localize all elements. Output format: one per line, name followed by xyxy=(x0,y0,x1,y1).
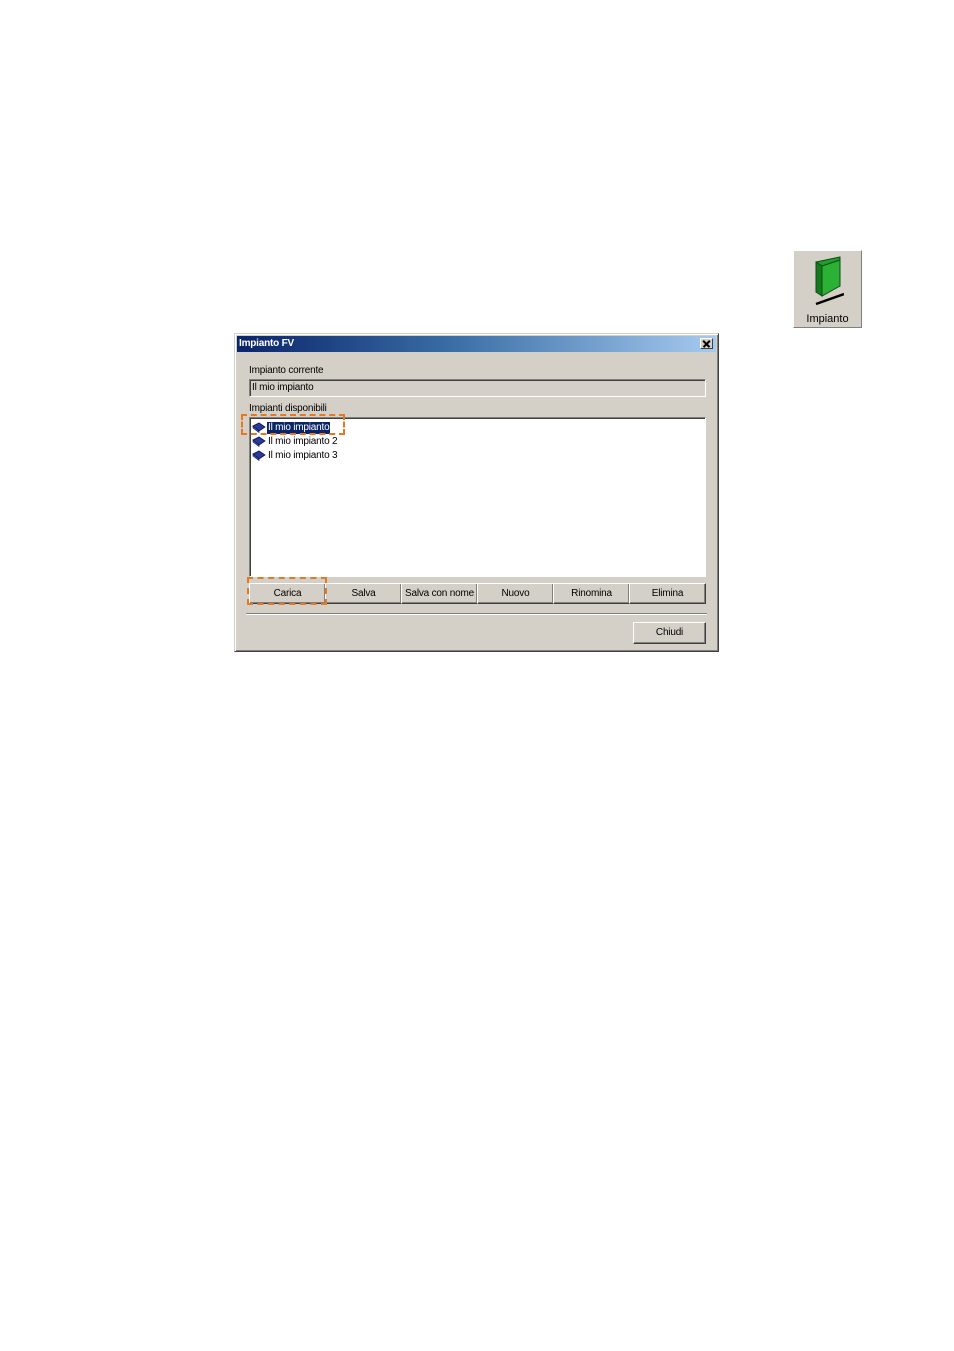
plant-book-icon xyxy=(252,422,266,433)
impianto-fv-dialog: Impianto FV Impianto corrente Il mio imp… xyxy=(234,333,719,652)
dialog-title: Impianto FV xyxy=(239,338,295,349)
close-icon[interactable] xyxy=(700,338,713,349)
save-button[interactable]: Salva xyxy=(325,583,402,604)
new-button[interactable]: Nuovo xyxy=(477,583,554,604)
list-item[interactable]: Il mio impianto xyxy=(252,420,332,435)
green-folder-icon xyxy=(815,256,844,306)
list-item-label: Il mio impianto 2 xyxy=(268,435,338,447)
list-item[interactable]: Il mio impianto 2 xyxy=(252,435,338,448)
plant-book-icon xyxy=(252,450,266,461)
load-button[interactable]: Carica xyxy=(249,583,326,604)
close-button[interactable]: Chiudi xyxy=(633,622,706,644)
divider xyxy=(246,613,707,615)
current-plant-field: Il mio impianto xyxy=(249,379,706,397)
plant-book-icon xyxy=(252,436,266,447)
list-item-label: Il mio impianto xyxy=(265,420,332,435)
rename-button[interactable]: Rinomina xyxy=(553,583,630,604)
available-plants-list[interactable]: Il mio impianto Il mio impianto 2 Il mio… xyxy=(249,417,706,577)
current-plant-label: Impianto corrente xyxy=(249,365,324,376)
dialog-titlebar[interactable]: Impianto FV xyxy=(237,336,716,352)
impianto-toolbar-button[interactable]: Impianto xyxy=(793,250,862,328)
available-plants-label: Impianti disponibili xyxy=(249,403,327,414)
list-item-label: Il mio impianto 3 xyxy=(268,449,338,461)
impianto-tile-label: Impianto xyxy=(806,313,849,325)
list-item[interactable]: Il mio impianto 3 xyxy=(252,449,338,462)
save-as-button[interactable]: Salva con nome xyxy=(401,583,478,604)
delete-button[interactable]: Elimina xyxy=(629,583,706,604)
